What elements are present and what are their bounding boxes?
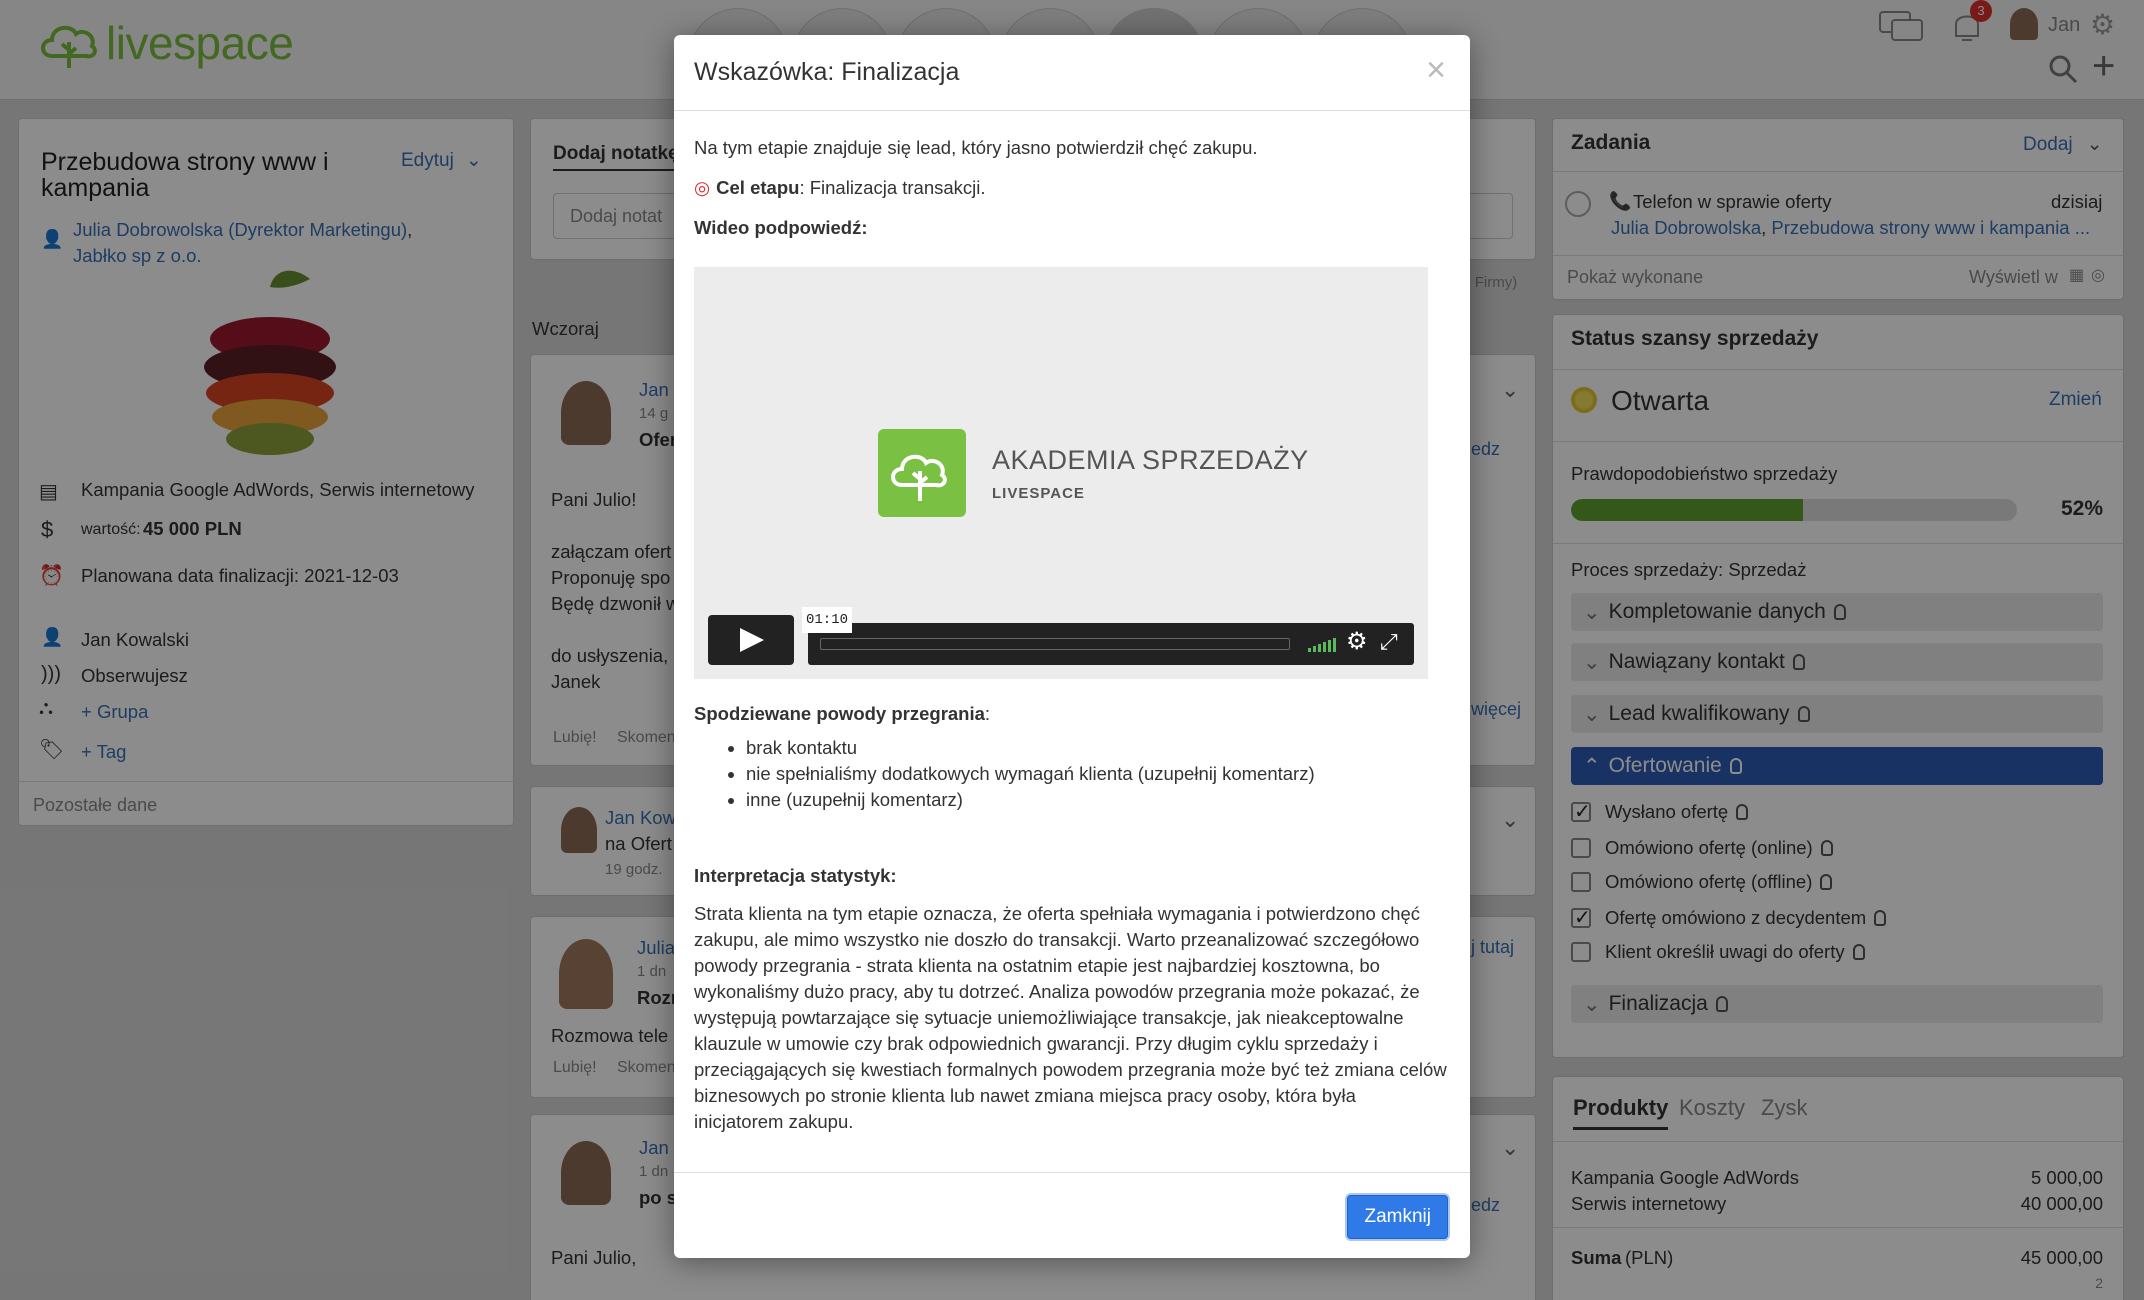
modal-title: Wskazówka: Finalizacja <box>694 58 960 86</box>
modal-footer: Zamknij <box>674 1172 1470 1258</box>
target-icon: ◎ <box>694 177 711 198</box>
akademia-logo <box>878 429 966 517</box>
reason-item: brak kontaktu <box>746 735 1450 761</box>
video-controls: ⚙ ⤢ <box>808 623 1414 665</box>
video-player[interactable]: AKADEMIA SPRZEDAŻY LIVESPACE ⚙ ⤢ 01:10 <box>694 267 1428 679</box>
reasons-list: brak kontaktu nie spełnialiśmy dodatkowy… <box>746 735 1450 813</box>
close-button[interactable]: Zamknij <box>1347 1195 1448 1239</box>
reasons-heading: Spodziewane powody przegrania: <box>694 703 991 724</box>
volume-icon[interactable] <box>1308 636 1336 652</box>
modal-header: Wskazówka: Finalizacja × <box>674 35 1470 111</box>
reason-item: nie spełnialiśmy dodatkowych wymagań kli… <box>746 761 1450 787</box>
video-brand-sub: LIVESPACE <box>992 485 1085 502</box>
close-icon[interactable]: × <box>1426 51 1446 90</box>
settings-icon[interactable]: ⚙ <box>1346 629 1368 655</box>
play-button[interactable] <box>708 615 794 665</box>
tip-modal: Wskazówka: Finalizacja × Na tym etapie z… <box>674 35 1470 1258</box>
video-brand: AKADEMIA SPRZEDAŻY <box>992 445 1309 475</box>
stage-goal: ◎ Cel etapu: Finalizacja transakcji. <box>694 177 986 198</box>
cloud-tree-icon <box>891 454 947 501</box>
stats-text: Strata klienta na tym etapie oznacza, że… <box>694 903 1447 1132</box>
modal-intro: Na tym etapie znajduje się lead, który j… <box>694 137 1258 158</box>
video-time: 01:10 <box>802 607 853 633</box>
stats-heading: Interpretacja statystyk: <box>694 865 897 886</box>
fullscreen-icon[interactable]: ⤢ <box>1380 629 1398 655</box>
reason-item: inne (uzupełnij komentarz) <box>746 787 1450 813</box>
video-progress-track[interactable] <box>820 638 1290 650</box>
video-label: Wideo podpowiedź: <box>694 217 868 238</box>
modal-body: Na tym etapie znajduje się lead, który j… <box>674 111 1470 1135</box>
